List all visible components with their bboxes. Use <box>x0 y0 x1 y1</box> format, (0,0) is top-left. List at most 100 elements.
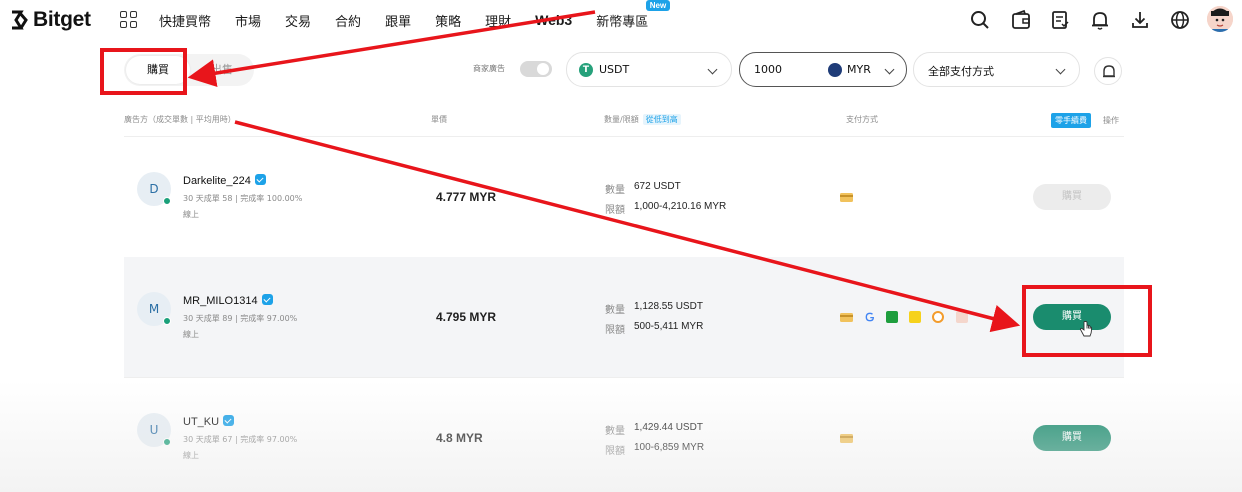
limit-value: 100-6,859 MYR <box>634 442 705 453</box>
col-quantity-header: 數量/限額 從低到高 <box>604 114 681 125</box>
advertiser-avatar: D <box>137 172 171 206</box>
limit-value: 1,000-4,210.16 MYR <box>634 201 727 212</box>
verified-badge-icon <box>223 415 235 426</box>
bank-card-icon <box>840 193 853 202</box>
unit-price: 4.777 MYR <box>436 190 497 204</box>
advertiser-name[interactable]: Darkelite_224 <box>183 174 266 187</box>
search-icon[interactable] <box>969 9 991 31</box>
advertiser-avatar: U <box>137 413 171 447</box>
online-status-dot <box>163 438 171 446</box>
col-advertiser-header: 廣告方（成交單數 | 平均用時） <box>124 115 236 124</box>
download-icon[interactable] <box>1129 9 1151 31</box>
bell-icon[interactable] <box>1089 9 1111 31</box>
advertiser-online-status: 線上 <box>183 330 199 339</box>
online-status-dot <box>163 197 171 205</box>
limit-label: 限額 <box>605 446 625 457</box>
nav-menu: 快捷買幣 市場 交易 合約 跟單 策略 理財 Web3 新幣專區 New <box>159 0 672 40</box>
amount-input[interactable]: 1000 MYR <box>739 52 907 87</box>
amount-input-value: 1000 <box>754 63 782 76</box>
quantity-label: 數量 <box>605 426 625 437</box>
buy-button[interactable]: 購買 <box>1033 425 1111 451</box>
coin-select[interactable]: T USDT <box>566 52 732 87</box>
bitget-logo-icon <box>12 10 28 30</box>
advertiser-stats: 30 天成單 89 | 完成率 97.00% <box>183 314 298 323</box>
notification-alert-button[interactable] <box>1094 57 1122 85</box>
touch-n-go-icon <box>909 311 921 323</box>
avatar-face-icon <box>1207 6 1233 32</box>
new-badge: New <box>645 0 671 11</box>
advertiser-name[interactable]: MR_MILO1314 <box>183 294 273 307</box>
globe-icon[interactable] <box>1169 9 1191 31</box>
col-payment-header: 支付方式 <box>846 115 878 124</box>
qr-payment-icon <box>932 311 944 323</box>
myr-flag-icon <box>828 63 842 77</box>
quantity-value: 1,128.55 USDT <box>634 301 703 312</box>
tab-sell[interactable]: 出售 <box>194 56 250 84</box>
quantity-label: 數量 <box>605 185 625 196</box>
bitget-logo[interactable]: Bitget <box>8 6 91 34</box>
advertiser-name-text: Darkelite_224 <box>183 175 251 187</box>
cash-app-icon <box>886 311 898 323</box>
bank-card-icon <box>840 313 853 322</box>
limit-label: 限額 <box>605 205 625 216</box>
buy-button[interactable]: 購買 <box>1033 184 1111 210</box>
payment-method-value: 全部支付方式 <box>928 65 994 78</box>
wallet-icon[interactable] <box>1010 9 1032 31</box>
advertiser-avatar: M <box>137 292 171 326</box>
user-avatar[interactable] <box>1207 6 1233 32</box>
advertiser-initial: U <box>149 423 159 437</box>
nav-item-new-listings-label: 新幣專區 <box>596 14 649 30</box>
online-status-dot <box>163 317 171 325</box>
nav-item-earn[interactable]: 理財 <box>485 11 511 30</box>
merchant-ads-toggle[interactable] <box>520 61 552 77</box>
col-quantity-label: 數量/限額 <box>604 115 639 124</box>
advertiser-online-status: 線上 <box>183 210 199 219</box>
advertiser-initial: D <box>149 182 159 196</box>
chevron-down-icon <box>1055 64 1066 75</box>
usdt-coin-icon: T <box>579 63 593 77</box>
col-price-header: 單價 <box>431 115 447 124</box>
advertiser-initial: M <box>148 302 160 316</box>
zero-fee-badge: 零手續費 <box>1051 113 1091 128</box>
sort-low-to-high-tag[interactable]: 從低到高 <box>642 114 681 125</box>
nav-item-markets[interactable]: 市場 <box>235 11 261 30</box>
verified-badge-icon <box>261 294 273 305</box>
ewallet-icon <box>956 311 968 323</box>
verified-badge-icon <box>254 174 266 185</box>
quantity-label: 數量 <box>605 305 625 316</box>
limit-label: 限額 <box>605 325 625 336</box>
advertiser-name-text: MR_MILO1314 <box>183 295 258 307</box>
annotation-highlight-buy-button <box>1022 285 1152 357</box>
nav-item-futures[interactable]: 合約 <box>335 11 361 30</box>
table-row: D Darkelite_224 30 天成單 58 | 完成率 100.00% … <box>124 137 1124 257</box>
nav-item-new-listings[interactable]: 新幣專區 New <box>596 0 671 30</box>
advertiser-online-status: 線上 <box>183 451 199 460</box>
orders-icon[interactable] <box>1049 9 1071 31</box>
table-row: M MR_MILO1314 30 天成單 89 | 完成率 97.00% 線上 … <box>124 257 1124 377</box>
coin-select-value: USDT <box>599 63 630 76</box>
advertiser-stats: 30 天成單 67 | 完成率 97.00% <box>183 435 298 444</box>
advertiser-stats: 30 天成單 58 | 完成率 100.00% <box>183 194 303 203</box>
annotation-highlight-buy-tab <box>100 48 187 95</box>
nav-item-strategy[interactable]: 策略 <box>435 11 461 30</box>
apps-grid-icon[interactable] <box>120 11 137 28</box>
bell-icon <box>1103 65 1115 78</box>
quantity-value: 1,429.44 USDT <box>634 422 703 433</box>
unit-price: 4.795 MYR <box>436 310 497 324</box>
col-action-header: 操作 <box>1103 116 1119 125</box>
limit-value: 500-5,411 MYR <box>634 321 704 332</box>
bank-card-icon <box>840 434 853 443</box>
currency-select-value[interactable]: MYR <box>847 63 871 76</box>
nav-item-quick-buy[interactable]: 快捷買幣 <box>159 11 211 30</box>
nav-item-web3[interactable]: Web3 <box>535 12 572 28</box>
payment-method-select[interactable]: 全部支付方式 <box>913 52 1080 87</box>
unit-price: 4.8 MYR <box>436 431 483 445</box>
nav-item-trade[interactable]: 交易 <box>285 11 311 30</box>
advertiser-name-text: UT_KU <box>183 416 220 428</box>
merchant-ads-label: 商家廣告 <box>473 64 505 73</box>
chevron-down-icon <box>707 64 718 75</box>
nav-item-copy-trading[interactable]: 跟單 <box>385 11 411 30</box>
quantity-value: 672 USDT <box>634 181 681 192</box>
advertiser-name[interactable]: UT_KU <box>183 415 235 428</box>
google-pay-icon <box>865 312 875 322</box>
